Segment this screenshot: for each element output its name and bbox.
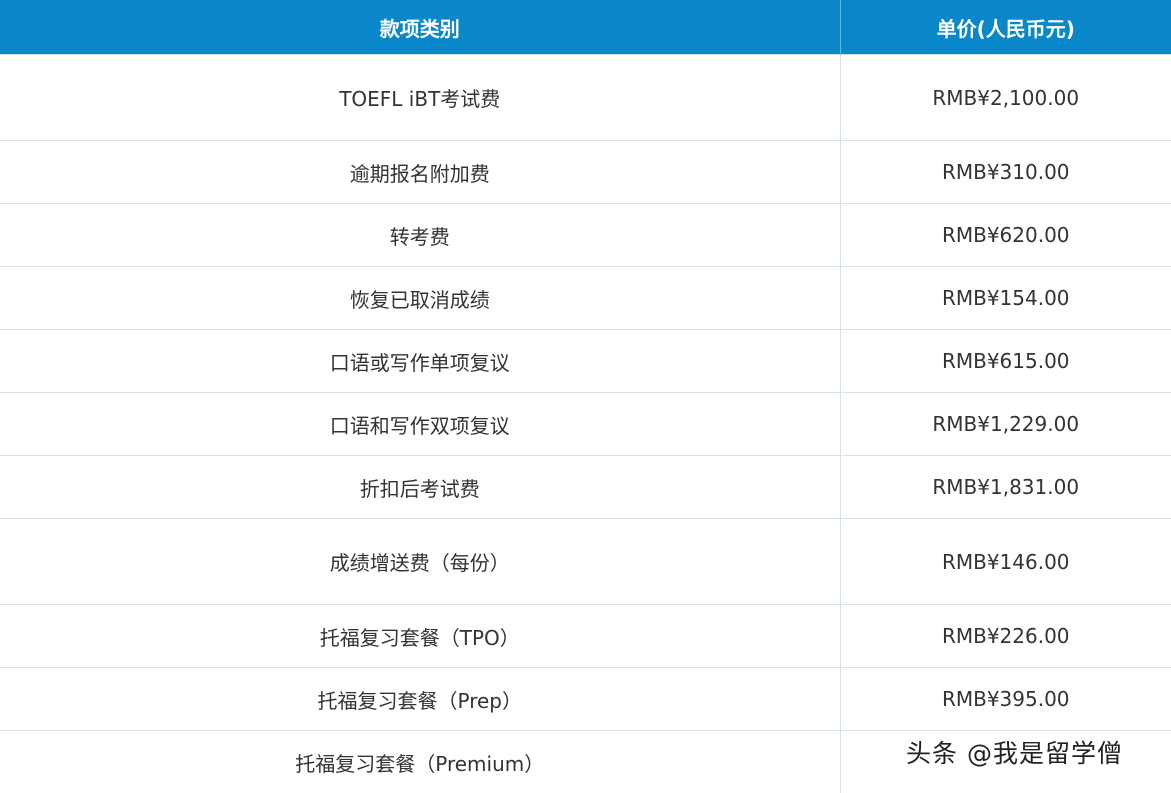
item-cell: 口语或写作单项复议: [0, 330, 840, 393]
item-cell: 托福复习套餐（TPO）: [0, 605, 840, 668]
item-cell: 托福复习套餐（Prep）: [0, 668, 840, 731]
item-cell: 逾期报名附加费: [0, 141, 840, 204]
table-row: 转考费 RMB¥620.00: [0, 204, 1171, 267]
table-row: 口语和写作双项复议 RMB¥1,229.00: [0, 393, 1171, 456]
price-cell: RMB¥1,831.00: [840, 456, 1171, 519]
table-header-row: 款项类别 单价(人民币元): [0, 0, 1171, 55]
item-cell: 恢复已取消成绩: [0, 267, 840, 330]
table-row: 口语或写作单项复议 RMB¥615.00: [0, 330, 1171, 393]
price-cell: RMB¥1,229.00: [840, 393, 1171, 456]
fee-table: 款项类别 单价(人民币元) TOEFL iBT考试费 RMB¥2,100.00 …: [0, 0, 1171, 793]
table-row: 恢复已取消成绩 RMB¥154.00: [0, 267, 1171, 330]
item-cell: 口语和写作双项复议: [0, 393, 840, 456]
table-row: 托福复习套餐（Prep） RMB¥395.00: [0, 668, 1171, 731]
item-cell: TOEFL iBT考试费: [0, 55, 840, 141]
price-cell: RMB¥615.00: [840, 330, 1171, 393]
table-row: 逾期报名附加费 RMB¥310.00: [0, 141, 1171, 204]
column-header-price: 单价(人民币元): [840, 0, 1171, 55]
item-cell: 折扣后考试费: [0, 456, 840, 519]
price-cell: RMB¥2,100.00: [840, 55, 1171, 141]
table-row: TOEFL iBT考试费 RMB¥2,100.00: [0, 55, 1171, 141]
price-cell: RMB¥310.00: [840, 141, 1171, 204]
table-row: 成绩增送费（每份） RMB¥146.00: [0, 519, 1171, 605]
watermark-text: 头条 @我是留学僧: [906, 734, 1123, 770]
item-cell: 转考费: [0, 204, 840, 267]
column-header-item: 款项类别: [0, 0, 840, 55]
price-cell: RMB¥226.00: [840, 605, 1171, 668]
item-cell: 托福复习套餐（Premium）: [0, 731, 840, 793]
price-cell: RMB¥620.00: [840, 204, 1171, 267]
item-cell: 成绩增送费（每份）: [0, 519, 840, 605]
table-row: 折扣后考试费 RMB¥1,831.00: [0, 456, 1171, 519]
price-cell: RMB¥146.00: [840, 519, 1171, 605]
price-cell: RMB¥154.00: [840, 267, 1171, 330]
table-row: 托福复习套餐（TPO） RMB¥226.00: [0, 605, 1171, 668]
price-cell: RMB¥395.00: [840, 668, 1171, 731]
